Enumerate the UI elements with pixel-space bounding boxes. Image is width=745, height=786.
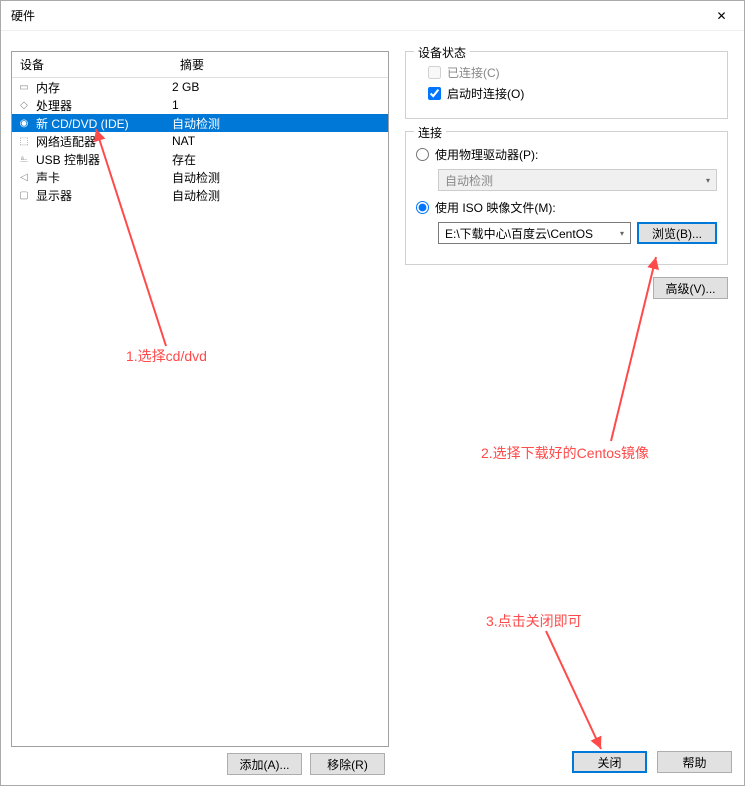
physical-drive-value: 自动检测: [445, 172, 493, 189]
connected-checkbox-row: 已连接(C): [428, 64, 717, 81]
device-name: 新 CD/DVD (IDE): [36, 115, 129, 132]
disc-icon: ◉: [16, 115, 32, 131]
connect-at-poweron-checkbox[interactable]: [428, 87, 441, 100]
iso-file-select-row: E:\下载中心\百度云\CentOS ▾ 浏览(B)...: [438, 222, 717, 244]
device-summary: 自动检测: [172, 187, 384, 204]
device-summary: 自动检测: [172, 169, 384, 186]
advanced-button[interactable]: 高级(V)...: [653, 277, 728, 299]
dialog-buttons: 关闭 帮助: [572, 751, 732, 773]
iso-file-combobox[interactable]: E:\下载中心\百度云\CentOS ▾: [438, 222, 631, 244]
physical-drive-select-row: 自动检测 ▾: [438, 169, 717, 191]
iso-file-value: E:\下载中心\百度云\CentOS: [445, 225, 593, 242]
iso-file-label: 使用 ISO 映像文件(M):: [435, 199, 556, 216]
chevron-down-icon: ▾: [706, 176, 710, 185]
connect-at-poweron-label: 启动时连接(O): [447, 85, 524, 102]
advanced-row: 高级(V)...: [405, 277, 728, 299]
device-row-memory[interactable]: ▭内存 2 GB: [12, 78, 388, 96]
add-button[interactable]: 添加(A)...: [227, 753, 302, 775]
device-name: 声卡: [36, 169, 60, 186]
window-close-button[interactable]: ✕: [699, 2, 744, 30]
window-title: 硬件: [11, 7, 35, 24]
device-list-rows: ▭内存 2 GB ◇处理器 1 ◉新 CD/DVD (IDE) 自动检测 ⬚网络…: [12, 78, 388, 204]
device-summary: 自动检测: [172, 115, 384, 132]
cpu-icon: ◇: [16, 97, 32, 113]
hardware-dialog: 硬件 ✕ 设备 摘要 ▭内存 2 GB ◇处理器 1: [0, 0, 745, 786]
left-panel: 设备 摘要 ▭内存 2 GB ◇处理器 1 ◉新 CD/DVD (IDE) 自动…: [11, 51, 389, 775]
physical-drive-radio[interactable]: [416, 148, 429, 161]
display-icon: ▢: [16, 187, 32, 203]
device-summary: 1: [172, 98, 384, 112]
device-summary: 存在: [172, 151, 384, 168]
device-row-usb[interactable]: ⎁USB 控制器 存在: [12, 150, 388, 168]
device-row-sound[interactable]: ◁声卡 自动检测: [12, 168, 388, 186]
connection-group: 连接 使用物理驱动器(P): 自动检测 ▾ 使用 ISO 映像文件(M):: [405, 131, 728, 265]
header-device[interactable]: 设备: [12, 52, 172, 77]
physical-drive-label: 使用物理驱动器(P):: [435, 146, 538, 163]
browse-button[interactable]: 浏览(B)...: [637, 222, 717, 244]
physical-drive-radio-row[interactable]: 使用物理驱动器(P):: [416, 146, 717, 163]
content-area: 设备 摘要 ▭内存 2 GB ◇处理器 1 ◉新 CD/DVD (IDE) 自动…: [1, 31, 744, 785]
device-name: USB 控制器: [36, 151, 100, 168]
device-list-header: 设备 摘要: [12, 52, 388, 78]
sound-icon: ◁: [16, 169, 32, 185]
connected-checkbox: [428, 66, 441, 79]
device-list: 设备 摘要 ▭内存 2 GB ◇处理器 1 ◉新 CD/DVD (IDE) 自动…: [11, 51, 389, 747]
device-row-network[interactable]: ⬚网络适配器 NAT: [12, 132, 388, 150]
device-row-cpu[interactable]: ◇处理器 1: [12, 96, 388, 114]
device-summary: 2 GB: [172, 80, 384, 94]
connect-at-poweron-row[interactable]: 启动时连接(O): [428, 85, 717, 102]
right-panel: 设备状态 已连接(C) 启动时连接(O) 连接 使用物理驱动器(P):: [399, 51, 734, 775]
physical-drive-select: 自动检测 ▾: [438, 169, 717, 191]
device-name: 内存: [36, 79, 60, 96]
connection-legend: 连接: [414, 124, 446, 141]
memory-icon: ▭: [16, 79, 32, 95]
iso-file-radio-row[interactable]: 使用 ISO 映像文件(M):: [416, 199, 717, 216]
device-status-group: 设备状态 已连接(C) 启动时连接(O): [405, 51, 728, 119]
device-name: 显示器: [36, 187, 72, 204]
remove-button[interactable]: 移除(R): [310, 753, 385, 775]
device-status-legend: 设备状态: [414, 44, 470, 61]
device-name: 网络适配器: [36, 133, 96, 150]
header-summary[interactable]: 摘要: [172, 52, 388, 77]
device-row-cddvd[interactable]: ◉新 CD/DVD (IDE) 自动检测: [12, 114, 388, 132]
titlebar: 硬件 ✕: [1, 1, 744, 31]
device-row-display[interactable]: ▢显示器 自动检测: [12, 186, 388, 204]
device-summary: NAT: [172, 134, 384, 148]
close-button[interactable]: 关闭: [572, 751, 647, 773]
network-icon: ⬚: [16, 133, 32, 149]
chevron-down-icon: ▾: [620, 229, 624, 238]
close-icon: ✕: [716, 9, 726, 23]
usb-icon: ⎁: [16, 151, 32, 167]
iso-file-radio[interactable]: [416, 201, 429, 214]
device-name: 处理器: [36, 97, 72, 114]
help-button[interactable]: 帮助: [657, 751, 732, 773]
connected-label: 已连接(C): [447, 64, 500, 81]
left-buttons: 添加(A)... 移除(R): [11, 753, 389, 775]
